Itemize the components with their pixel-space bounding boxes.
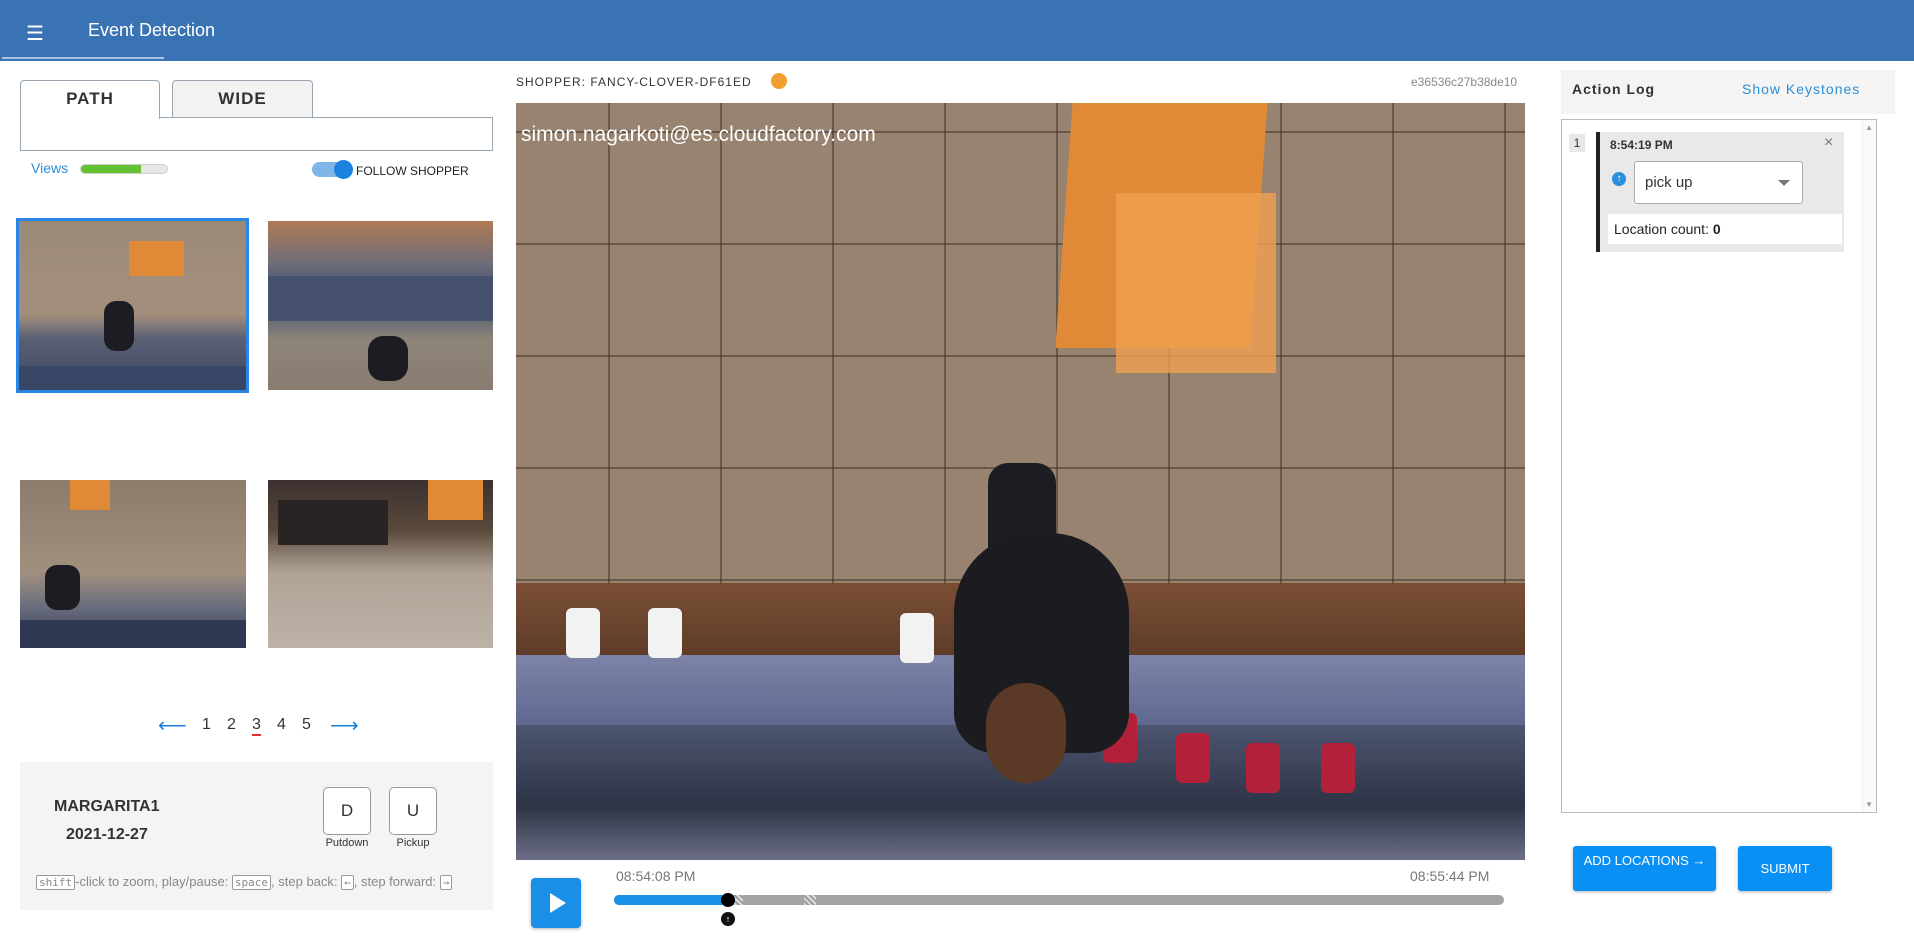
space-key: space	[231, 875, 272, 890]
page-2[interactable]: 2	[227, 716, 236, 734]
chevron-down-icon	[1778, 180, 1790, 186]
cup	[1176, 733, 1210, 783]
entry-index: 1	[1569, 134, 1585, 152]
shopper-color-dot	[771, 73, 787, 89]
hint-text-1: -click to zoom, play/pause:	[75, 874, 232, 889]
camera-thumbnail-2[interactable]	[268, 221, 493, 390]
left-key: ←	[341, 875, 354, 890]
time-start: 08:54:08 PM	[616, 868, 696, 884]
hamburger-icon[interactable]: ☰	[24, 24, 46, 44]
top-bar: ☰ Event Detection	[0, 0, 1914, 61]
camera-thumbnail-3[interactable]	[20, 480, 246, 648]
cup	[566, 608, 600, 658]
time-end: 08:55:44 PM	[1410, 868, 1490, 884]
hint-text-2: , step back:	[271, 874, 342, 889]
scroll-down-icon[interactable]: ▼	[1865, 800, 1873, 809]
show-keystones-link[interactable]: Show Keystones	[1742, 81, 1860, 97]
location-count-value: 0	[1712, 221, 1721, 237]
display-box-side	[1116, 193, 1276, 373]
action-select[interactable]: pick up	[1634, 161, 1803, 204]
page-3[interactable]: 3	[252, 716, 261, 736]
hint-text-3: , step forward:	[353, 874, 440, 889]
location-count: Location count: 0	[1608, 214, 1842, 244]
putdown-key-button[interactable]: D	[323, 787, 371, 835]
prev-page-arrow-icon[interactable]: ⟵	[158, 713, 187, 738]
pickup-key-button[interactable]: U	[389, 787, 437, 835]
tab-wide[interactable]: WIDE	[172, 80, 313, 118]
menu-underline	[2, 57, 164, 59]
follow-shopper-toggle[interactable]	[312, 160, 353, 179]
view-tabs: PATH WIDE	[20, 80, 493, 151]
views-progress-bar	[80, 164, 168, 174]
timeline-scrubber[interactable]	[720, 893, 735, 907]
close-icon[interactable]: ×	[1824, 134, 1833, 152]
shopper-info-box: MARGARITA1 2021-12-27 D Putdown U Pickup…	[20, 762, 493, 910]
action-log-entry: 8:54:19 PM × ↑ pick up Location count: 0	[1596, 132, 1844, 252]
shopper-hash: e36536c27b38de10	[1411, 75, 1518, 89]
scroll-up-icon[interactable]: ▲	[1865, 123, 1873, 132]
tab-panel	[20, 117, 493, 151]
action-log-title: Action Log	[1572, 81, 1656, 97]
shopper-name: MARGARITA1	[54, 798, 160, 815]
shopper-head	[986, 683, 1066, 783]
camera-thumbnail-1[interactable]	[16, 218, 249, 393]
video-timeline[interactable]	[614, 893, 1504, 907]
follow-shopper-label: FOLLOW SHOPPER	[356, 164, 469, 178]
views-progress-fill	[81, 165, 142, 173]
page-1[interactable]: 1	[202, 716, 211, 734]
tab-divider	[160, 117, 493, 118]
keyboard-hint: shift -click to zoom, play/pause: space, …	[36, 874, 453, 890]
video-frame[interactable]: simon.nagarkoti@es.cloudfactory.com	[516, 103, 1525, 860]
cup	[1246, 743, 1280, 793]
shift-key: shift	[36, 875, 76, 890]
shopper-date: 2021-12-27	[66, 826, 148, 843]
page-4[interactable]: 4	[277, 716, 286, 734]
submit-button[interactable]: SUBMIT	[1738, 846, 1832, 891]
add-locations-button[interactable]: ADD LOCATIONS →	[1573, 846, 1716, 891]
timeline-event-marker	[804, 895, 816, 905]
shopper-label: SHOPPER: FANCY-CLOVER-DF61ED	[516, 75, 752, 89]
user-watermark: simon.nagarkoti@es.cloudfactory.com	[521, 123, 876, 146]
pickup-caption: Pickup	[396, 837, 430, 849]
tab-path[interactable]: PATH	[20, 80, 160, 119]
toggle-knob	[334, 160, 353, 179]
cup	[1321, 743, 1355, 793]
action-select-value: pick up	[1645, 174, 1693, 191]
page-5[interactable]: 5	[302, 716, 311, 734]
cup	[648, 608, 682, 658]
location-count-label: Location count:	[1614, 221, 1713, 237]
up-arrow-icon: ↑	[1612, 172, 1626, 186]
app-title: Event Detection	[88, 20, 216, 40]
right-key: →	[439, 875, 453, 890]
action-log-list: 1 8:54:19 PM × ↑ pick up Location count:…	[1561, 119, 1877, 813]
putdown-caption: Putdown	[325, 837, 369, 849]
camera-thumbnail-4[interactable]	[268, 480, 493, 648]
scrollbar[interactable]: ▲ ▼	[1862, 120, 1876, 812]
views-label: Views	[31, 160, 69, 176]
entry-time: 8:54:19 PM	[1610, 138, 1673, 152]
cup	[900, 613, 934, 663]
action-log-header: Action Log Show Keystones	[1561, 70, 1895, 114]
next-page-arrow-icon[interactable]: ⟶	[330, 713, 359, 738]
play-button[interactable]	[531, 878, 581, 928]
up-arrow-icon[interactable]: ↑	[721, 912, 735, 926]
timeline-progress	[614, 895, 728, 905]
